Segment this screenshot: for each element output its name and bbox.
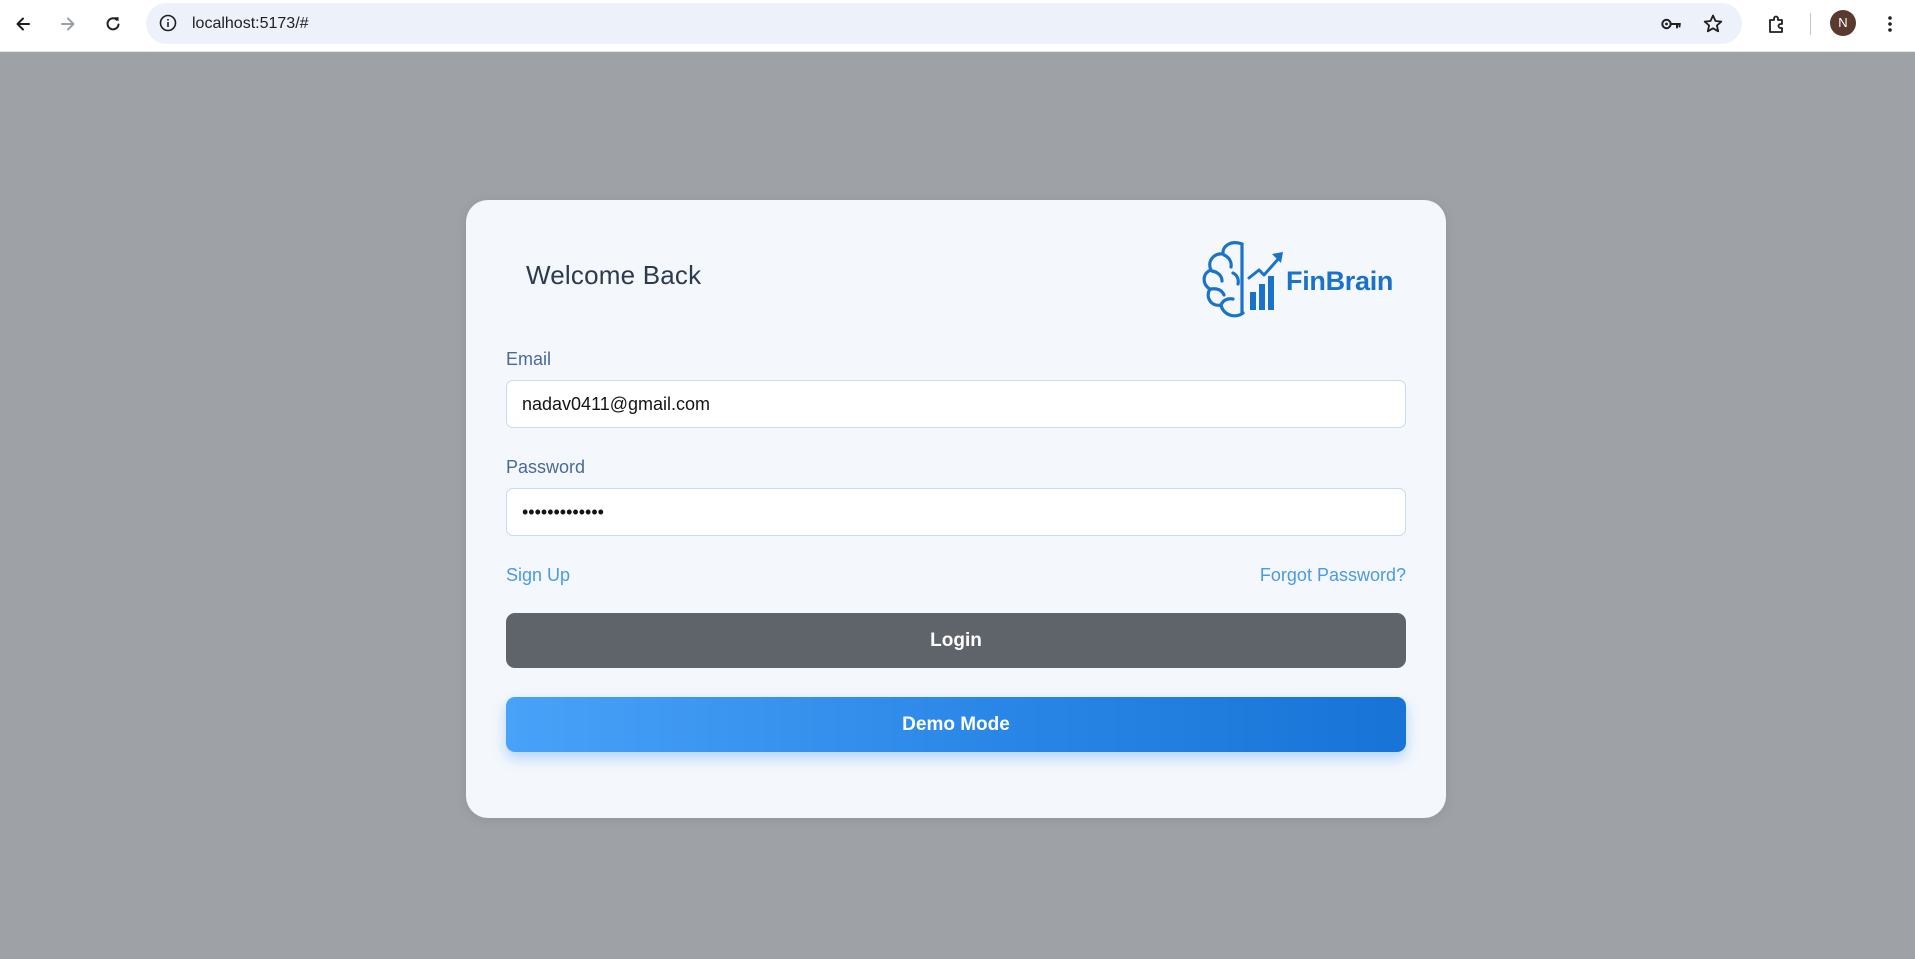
- brain-icon: [1202, 241, 1245, 318]
- kebab-menu-icon: [1888, 16, 1892, 32]
- forward-button[interactable]: [52, 8, 84, 40]
- star-icon[interactable]: [1700, 11, 1726, 37]
- forward-arrow-icon: [61, 17, 75, 31]
- login-button[interactable]: Login: [506, 613, 1406, 668]
- password-label: Password: [506, 457, 586, 477]
- password-field[interactable]: [506, 488, 1406, 536]
- sign-up-link[interactable]: Sign Up: [506, 565, 570, 586]
- login-card: Welcome Back FinBrain Email nadav0411@gm…: [466, 200, 1446, 818]
- toolbar-divider: [1810, 13, 1811, 35]
- reload-button[interactable]: [97, 8, 129, 40]
- email-field[interactable]: [506, 380, 1406, 428]
- info-icon[interactable]: [156, 11, 180, 35]
- page-overlay: Welcome Back FinBrain Email nadav0411@gm…: [0, 52, 1915, 959]
- brand-name: FinBrain: [1286, 266, 1394, 296]
- profile-avatar[interactable]: N: [1830, 10, 1856, 36]
- browser-toolbar: localhost:5173/# N: [0, 0, 1915, 52]
- address-bar[interactable]: localhost:5173/#: [146, 3, 1742, 44]
- key-icon[interactable]: [1658, 11, 1684, 37]
- reload-icon: [106, 17, 120, 31]
- demo-mode-button[interactable]: Demo Mode: [506, 697, 1406, 752]
- page-title: Welcome Back: [526, 260, 702, 290]
- email-label: Email: [506, 349, 552, 369]
- growth-chart-icon: [1247, 252, 1283, 310]
- extensions-button[interactable]: [1761, 8, 1793, 40]
- back-button[interactable]: [7, 8, 39, 40]
- url-text[interactable]: localhost:5173/#: [192, 3, 309, 44]
- browser-menu-button[interactable]: [1874, 8, 1906, 40]
- back-arrow-icon: [16, 17, 30, 31]
- forgot-password-link[interactable]: Forgot Password?: [1260, 565, 1406, 586]
- finbrain-logo: FinBrain: [1198, 240, 1394, 320]
- puzzle-icon: [1769, 15, 1783, 33]
